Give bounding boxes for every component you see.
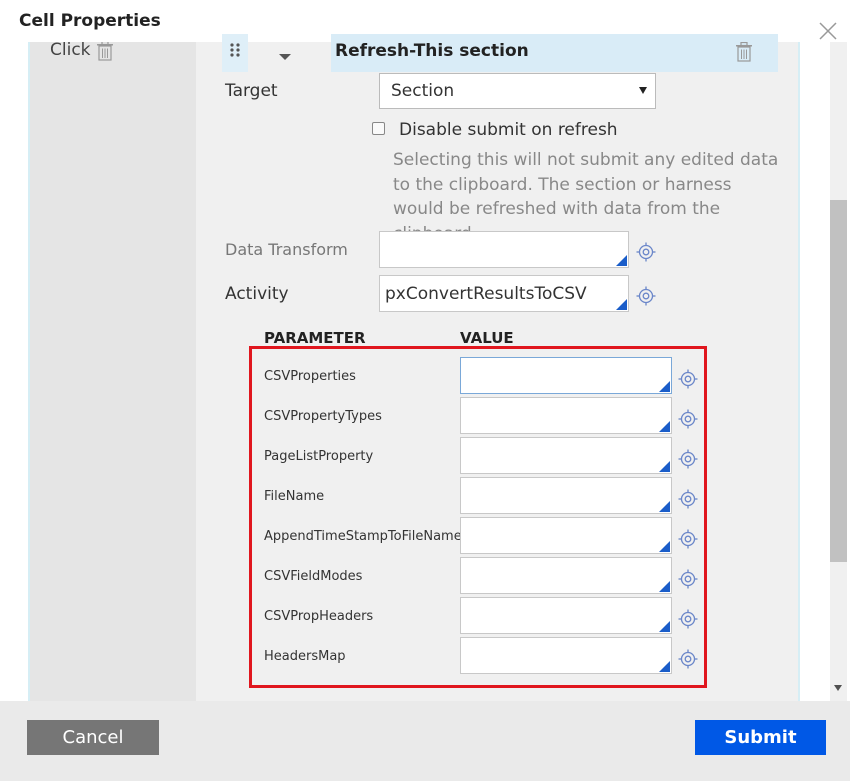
parameter-column-header: PARAMETER — [264, 329, 366, 347]
target-gear-icon[interactable] — [636, 242, 656, 262]
param-name: HeadersMap — [264, 649, 346, 664]
param-value-input[interactable] — [460, 397, 672, 434]
autocomplete-corner-icon — [659, 461, 670, 472]
autocomplete-corner-icon — [659, 581, 670, 592]
target-gear-icon[interactable] — [678, 489, 698, 509]
target-gear-icon[interactable] — [678, 369, 698, 389]
param-value-input[interactable] — [460, 437, 672, 474]
param-name: CSVFieldModes — [264, 569, 363, 584]
autocomplete-corner-icon — [659, 541, 670, 552]
param-name: AppendTimeStampToFileName — [264, 529, 462, 544]
action-header[interactable]: Refresh-This section — [331, 34, 778, 72]
activity-input[interactable]: pxConvertResultsToCSV — [379, 275, 629, 312]
param-value-input[interactable] — [460, 637, 672, 674]
param-value-input[interactable] — [460, 357, 672, 394]
dialog-footer: Cancel Submit — [0, 701, 850, 781]
data-transform-input[interactable] — [379, 231, 629, 268]
target-gear-icon[interactable] — [678, 529, 698, 549]
autocomplete-corner-icon — [616, 255, 627, 266]
caret-down-icon[interactable] — [278, 48, 292, 66]
activity-value: pxConvertResultsToCSV — [385, 284, 587, 304]
trash-icon[interactable] — [735, 41, 753, 67]
chevron-down-icon — [639, 87, 647, 94]
param-value-input[interactable] — [460, 597, 672, 634]
param-name: CSVPropHeaders — [264, 609, 374, 624]
cancel-button[interactable]: Cancel — [27, 720, 159, 755]
disable-submit-checkbox[interactable] — [372, 122, 385, 135]
dialog-title: Cell Properties — [19, 11, 161, 31]
target-gear-icon[interactable] — [636, 286, 656, 306]
scrollbar-thumb[interactable] — [830, 200, 847, 562]
target-gear-icon[interactable] — [678, 449, 698, 469]
target-label: Target — [225, 81, 278, 101]
disable-submit-label: Disable submit on refresh — [399, 120, 618, 140]
action-title: Refresh-This section — [335, 41, 529, 61]
target-select-value: Section — [391, 81, 455, 101]
autocomplete-corner-icon — [659, 381, 670, 392]
param-name: FileName — [264, 489, 325, 504]
value-column-header: VALUE — [460, 329, 514, 347]
submit-button[interactable]: Submit — [695, 720, 826, 755]
autocomplete-corner-icon — [659, 621, 670, 632]
action-row: Refresh-This section — [222, 34, 778, 72]
target-gear-icon[interactable] — [678, 569, 698, 589]
autocomplete-corner-icon — [659, 501, 670, 512]
param-value-input[interactable] — [460, 557, 672, 594]
target-gear-icon[interactable] — [678, 649, 698, 669]
target-gear-icon[interactable] — [678, 409, 698, 429]
param-name: PageListProperty — [264, 449, 374, 464]
param-value-input[interactable] — [460, 517, 672, 554]
autocomplete-corner-icon — [616, 299, 627, 310]
close-icon[interactable] — [817, 20, 839, 42]
param-value-input[interactable] — [460, 477, 672, 514]
autocomplete-corner-icon — [659, 661, 670, 672]
target-gear-icon[interactable] — [678, 609, 698, 629]
param-name: CSVPropertyTypes — [264, 409, 382, 424]
target-select[interactable]: Section — [379, 73, 656, 109]
param-name: CSVProperties — [264, 369, 356, 384]
data-transform-label: Data Transform — [225, 240, 348, 259]
autocomplete-corner-icon — [659, 421, 670, 432]
vertical-scrollbar[interactable] — [830, 42, 847, 701]
scroll-down-arrow-icon[interactable] — [834, 685, 842, 691]
drag-handle-icon[interactable] — [222, 34, 248, 72]
activity-label: Activity — [225, 284, 289, 304]
